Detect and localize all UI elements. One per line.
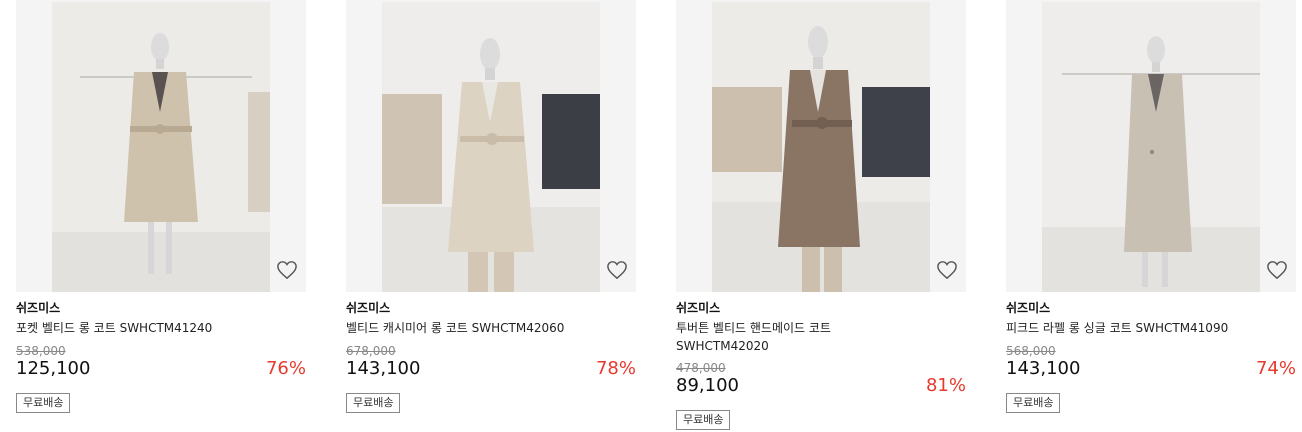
original-price: 478,000 — [676, 361, 726, 375]
product-thumbnail[interactable] — [676, 0, 966, 292]
free-shipping-badge: 무료배송 — [1006, 393, 1061, 413]
wishlist-heart-icon[interactable] — [276, 260, 298, 280]
product-card[interactable]: 쉬즈미스 투버튼 벨티드 핸드메이드 코트 SWHCTM42020 478,00… — [676, 0, 966, 432]
discount-rate: 78% — [595, 358, 636, 379]
sale-price: 89,100 — [676, 375, 739, 396]
discount-rate: 81% — [925, 375, 966, 396]
product-image[interactable] — [712, 2, 930, 292]
product-image[interactable] — [52, 2, 270, 292]
brand-name: 쉬즈미스 — [1006, 301, 1051, 315]
wishlist-heart-icon[interactable] — [606, 260, 628, 280]
product-name[interactable]: 투버튼 벨티드 핸드메이드 코트 SWHCTM42020 — [676, 319, 856, 355]
sale-price: 143,100 — [346, 358, 421, 379]
product-name[interactable]: 포켓 벨티드 롱 코트 SWHCTM41240 — [16, 319, 286, 337]
free-shipping-badge: 무료배송 — [16, 393, 71, 413]
product-card[interactable]: 쉬즈미스 포켓 벨티드 롱 코트 SWHCTM41240 538,000 125… — [16, 0, 306, 432]
brand-name: 쉬즈미스 — [676, 301, 721, 315]
product-name[interactable]: 벨티드 캐시미어 롱 코트 SWHCTM42060 — [346, 319, 616, 337]
product-card[interactable]: 쉬즈미스 벨티드 캐시미어 롱 코트 SWHCTM42060 678,000 1… — [346, 0, 636, 432]
discount-rate: 74% — [1255, 358, 1296, 379]
product-name[interactable]: 피크드 라펠 롱 싱글 코트 SWHCTM41090 — [1006, 319, 1276, 337]
wishlist-heart-icon[interactable] — [936, 260, 958, 280]
wishlist-heart-icon[interactable] — [1266, 260, 1288, 280]
product-card[interactable]: 쉬즈미스 피크드 라펠 롱 싱글 코트 SWHCTM41090 568,000 … — [1006, 0, 1296, 432]
product-grid: 쉬즈미스 포켓 벨티드 롱 코트 SWHCTM41240 538,000 125… — [0, 0, 1302, 432]
free-shipping-badge: 무료배송 — [346, 393, 401, 413]
product-image[interactable] — [1042, 2, 1260, 292]
free-shipping-badge: 무료배송 — [676, 410, 731, 430]
product-thumbnail[interactable] — [346, 0, 636, 292]
product-image[interactable] — [382, 2, 600, 292]
product-thumbnail[interactable] — [1006, 0, 1296, 292]
original-price: 678,000 — [346, 344, 396, 358]
sale-price: 125,100 — [16, 358, 91, 379]
brand-name: 쉬즈미스 — [346, 301, 391, 315]
discount-rate: 76% — [265, 358, 306, 379]
brand-name: 쉬즈미스 — [16, 301, 61, 315]
original-price: 568,000 — [1006, 344, 1056, 358]
original-price: 538,000 — [16, 344, 66, 358]
product-thumbnail[interactable] — [16, 0, 306, 292]
sale-price: 143,100 — [1006, 358, 1081, 379]
